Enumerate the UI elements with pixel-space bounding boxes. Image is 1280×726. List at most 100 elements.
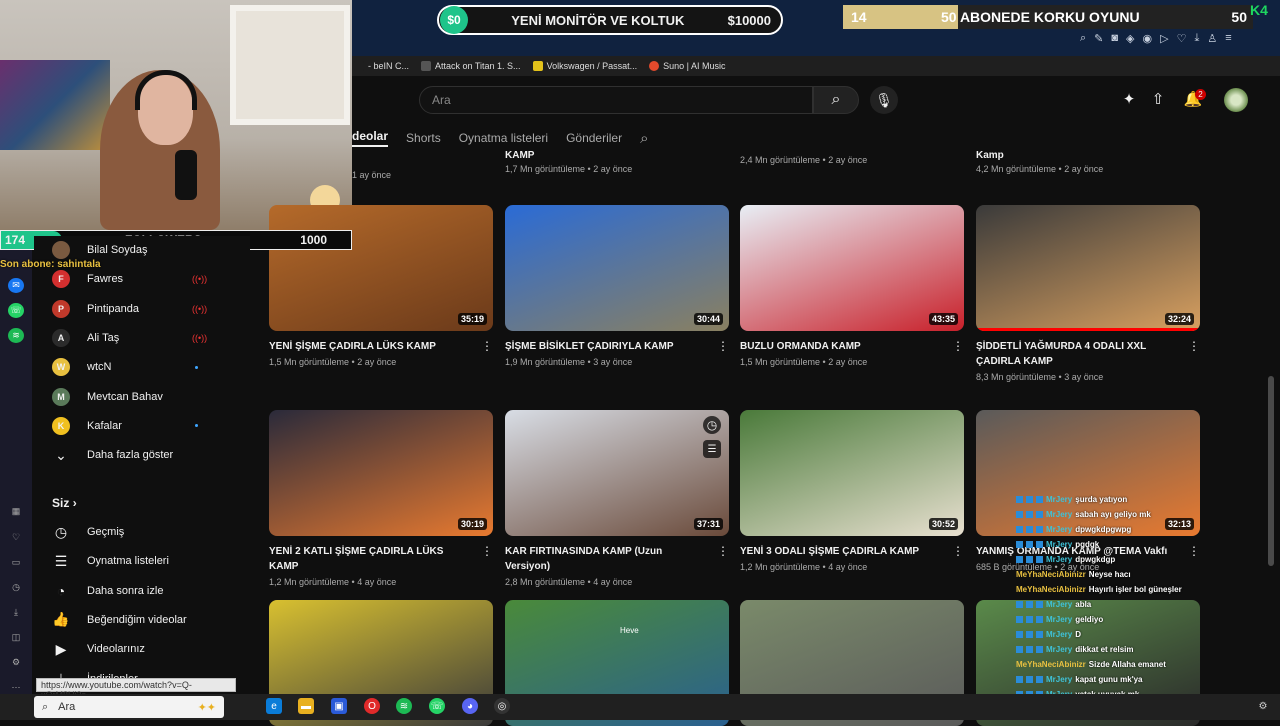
more-options-icon[interactable]: ⋮ — [481, 339, 493, 353]
video-title[interactable]: YENİ 3 ODALI ŞİŞME ÇADIRLA KAMP — [740, 544, 940, 559]
chat-icon[interactable]: ▭ — [8, 555, 24, 570]
taskbar-search[interactable]: ⌕ Ara ✦✦ — [34, 696, 224, 718]
spotify-icon[interactable]: ≋ — [8, 328, 24, 344]
video-card[interactable]: 37:31 ◷ ☰ KAR FIRTINASINDA KAMP (Uzun Versi… — [505, 410, 729, 587]
extension-icon[interactable]: ✦ — [1118, 88, 1140, 110]
tab-videos[interactable]: deolar — [352, 129, 389, 147]
sidebar-item[interactable]: ◷ Geçmiş — [52, 520, 124, 544]
spotify-icon[interactable]: ≋ — [396, 698, 412, 714]
subscription-item[interactable]: WwtcN — [52, 355, 198, 379]
heart-icon[interactable]: ♡ — [8, 530, 24, 545]
obs-icon[interactable]: ◎ — [494, 698, 510, 714]
subscription-item[interactable]: P Pintipanda ((•)) — [52, 297, 207, 321]
sidebar-item[interactable]: ☰ Oynatma listeleri — [52, 549, 169, 573]
search-input[interactable]: Ara — [419, 86, 813, 114]
video-thumbnail[interactable]: 30:52 — [740, 410, 964, 536]
video-title[interactable]: YENİ 2 KATLI ŞİŞME ÇADIRLA LÜKS KAMP — [269, 544, 469, 574]
settings-icon[interactable]: ⚙ — [8, 655, 24, 670]
subscription-item[interactable]: K Kafalar — [52, 414, 198, 438]
scrollbar-thumb[interactable] — [1268, 376, 1274, 566]
sidebar-item[interactable]: ◔ Daha sonra izle — [52, 579, 164, 603]
channel-search-icon[interactable]: ⌕ — [640, 130, 648, 147]
whatsapp-icon[interactable]: ☏ — [8, 303, 24, 319]
tab-shorts[interactable]: Shorts — [406, 131, 441, 145]
whatsapp-icon[interactable]: ☏ — [429, 698, 445, 714]
play-icon[interactable]: ▷ — [1160, 32, 1168, 48]
more-options-icon[interactable]: ⋮ — [952, 544, 964, 558]
video-thumbnail[interactable]: 32:24 — [976, 205, 1200, 331]
shield-icon[interactable]: ◈ — [1126, 32, 1134, 48]
store-icon[interactable]: ▣ — [331, 698, 347, 714]
camera-icon[interactable]: ◙ — [1111, 32, 1118, 48]
video-card[interactable]: 30:19 YENİ 2 KATLI ŞİŞME ÇADIRLA LÜKS KAM… — [269, 410, 493, 587]
youtube-sidebar: Bilal Soydaş F Fawres ((•)) P Pintipanda ((•))… — [34, 236, 250, 694]
more-options-icon[interactable]: ⋮ — [717, 544, 729, 558]
more-options-icon[interactable]: ⋮ — [1188, 339, 1200, 353]
video-card[interactable]: 30:52 YENİ 3 ODALI ŞİŞME ÇADIRLA KAMP 1,2 … — [740, 410, 964, 572]
sidebar-item[interactable]: 👍 Beğendiğim videolar — [52, 608, 186, 632]
opera-icon[interactable]: O — [364, 698, 380, 714]
video-card[interactable]: 32:24 ŞİDDETLİ YAĞMURDA 4 ODALI XXL ÇADIR… — [976, 205, 1200, 382]
search-button[interactable]: ⌕ — [813, 86, 859, 114]
download-icon[interactable]: ⤓ — [8, 605, 24, 620]
upload-icon[interactable]: ⇧ — [1147, 88, 1169, 110]
video-thumbnail[interactable]: 35:19 — [269, 205, 493, 331]
subscription-name: Ali Taş — [87, 331, 120, 344]
heart-icon[interactable]: ♡ — [1177, 32, 1187, 48]
download-icon[interactable]: ⤓ — [1194, 32, 1199, 48]
settings-icon[interactable]: ⚙ — [1255, 698, 1271, 714]
bookmark-item[interactable]: Volkswagen / Passat... — [532, 61, 637, 71]
folder-icon[interactable]: ▬ — [298, 698, 314, 714]
user-icon[interactable]: ♙ — [1207, 32, 1217, 48]
video-card-partial[interactable]: Kamp 4,2 Mn görüntüleme • 2 ay önce — [976, 150, 1103, 174]
video-card-partial[interactable]: 2,4 Mn görüntüleme • 2 ay önce — [740, 155, 867, 165]
clock-icon[interactable]: ◷ — [8, 580, 24, 595]
sidebar-item[interactable]: ▶ Videolarınız — [52, 637, 145, 661]
location-icon[interactable]: ◉ — [1143, 32, 1153, 48]
bookmark-item[interactable]: Attack on Titan 1. S... — [421, 61, 521, 71]
video-title[interactable]: YENİ ŞİŞME ÇADIRLA LÜKS KAMP — [269, 339, 469, 354]
more-options-icon[interactable]: ⋮ — [952, 339, 964, 353]
discord-icon[interactable]: ◕ — [462, 698, 478, 714]
video-thumbnail[interactable]: 43:35 — [740, 205, 964, 331]
tab-playlists[interactable]: Oynatma listeleri — [459, 131, 548, 145]
grid-icon[interactable]: ▦ — [8, 504, 24, 519]
more-options-icon[interactable]: ⋮ — [717, 339, 729, 353]
tab-posts[interactable]: Gönderiler — [566, 131, 622, 145]
video-card[interactable]: 30:44 ŞİŞME BİSİKLET ÇADIRIYLA KAMP 1,9 Mn… — [505, 205, 729, 367]
chevron-down-icon: ⌄ — [55, 446, 67, 463]
chat-badge-icon — [1036, 511, 1043, 518]
live-indicator-icon: ((•)) — [192, 332, 208, 343]
chat-badge-icon — [1026, 601, 1033, 608]
menu-icon[interactable]: ≡ — [1225, 32, 1231, 48]
subscription-item[interactable]: M Mevtcan Bahav — [52, 385, 163, 409]
watch-later-icon[interactable]: ◷ — [703, 416, 721, 434]
account-avatar[interactable] — [1224, 88, 1248, 112]
edit-icon[interactable]: ✎ — [1094, 32, 1103, 48]
chat-username: MrJery — [1046, 630, 1073, 639]
video-title[interactable]: ŞİDDETLİ YAĞMURDA 4 ODALI XXL ÇADIRLA KA… — [976, 339, 1176, 369]
video-thumbnail[interactable]: 30:44 — [505, 205, 729, 331]
video-title[interactable]: BUZLU ORMANDA KAMP — [740, 339, 940, 354]
zoom-icon[interactable]: ⌕ — [1080, 32, 1086, 48]
bookmark-item[interactable]: Suno | AI Music — [649, 61, 726, 71]
avatar — [52, 241, 70, 259]
show-more-button[interactable]: ⌄ Daha fazla göster — [52, 443, 173, 467]
add-to-queue-icon[interactable]: ☰ — [703, 440, 721, 458]
box-icon[interactable]: ◫ — [8, 630, 24, 645]
more-icon[interactable]: ⋯ — [8, 680, 24, 695]
voice-search-button[interactable]: 🎙 — [870, 86, 898, 114]
bookmark-item[interactable]: - beIN C... — [354, 61, 409, 71]
video-thumbnail[interactable]: 37:31 ◷ ☰ — [505, 410, 729, 536]
video-card-partial[interactable]: KAMP 1,7 Mn görüntüleme • 2 ay önce — [505, 150, 632, 174]
video-card-partial[interactable]: 1 ay önce — [352, 170, 391, 180]
edge-icon[interactable]: e — [266, 698, 282, 714]
video-thumbnail[interactable]: 30:19 — [269, 410, 493, 536]
more-options-icon[interactable]: ⋮ — [481, 544, 493, 558]
subscription-item[interactable]: A Ali Taş ((•)) — [52, 326, 207, 350]
video-title[interactable]: KAR FIRTINASINDA KAMP (Uzun Versiyon) — [505, 544, 705, 574]
messenger-icon[interactable]: ✉ — [8, 278, 24, 294]
video-card[interactable]: 43:35 BUZLU ORMANDA KAMP 1,5 Mn görüntülem… — [740, 205, 964, 367]
you-section-header[interactable]: Siz › — [52, 496, 77, 510]
video-title[interactable]: ŞİŞME BİSİKLET ÇADIRIYLA KAMP — [505, 339, 705, 354]
